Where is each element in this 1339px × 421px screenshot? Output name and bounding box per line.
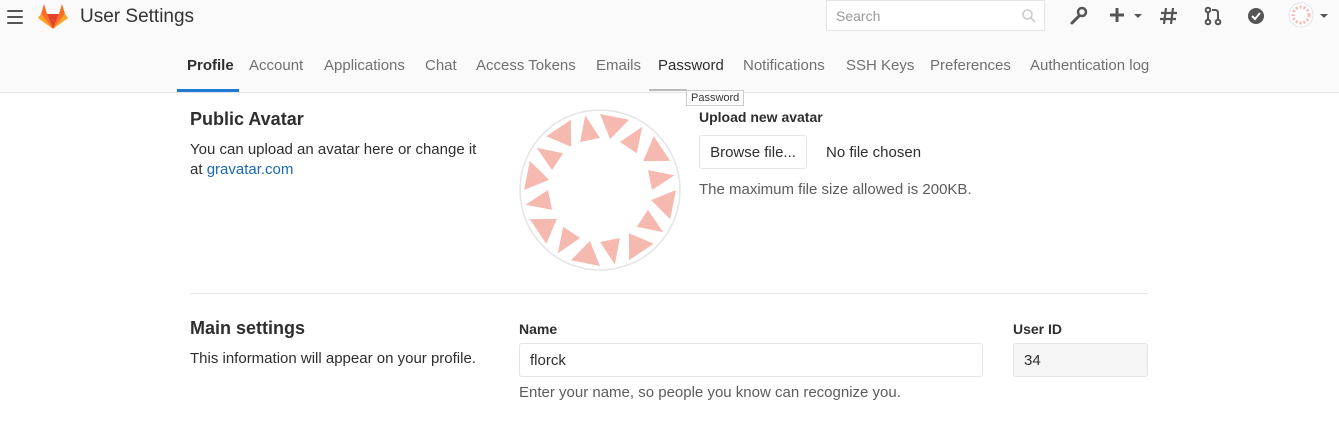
app-title: User Settings: [80, 6, 195, 27]
upload-avatar-label: Upload new avatar: [699, 109, 823, 125]
name-help: Enter your name, so people you know can …: [519, 384, 901, 401]
avatar-size-help: The maximum file size allowed is 200KB.: [699, 181, 972, 198]
tab-password[interactable]: Password: [658, 57, 724, 74]
search-input[interactable]: [836, 8, 1016, 24]
tab-emails[interactable]: Emails: [596, 57, 641, 74]
no-file-text: No file chosen: [826, 144, 922, 161]
tab-authentication-log[interactable]: Authentication log: [1030, 57, 1149, 74]
name-field[interactable]: [519, 343, 983, 377]
wrench-icon[interactable]: [1069, 6, 1089, 31]
tab-notifications[interactable]: Notifications: [743, 57, 825, 74]
tab-applications[interactable]: Applications: [324, 57, 405, 74]
tab-preferences[interactable]: Preferences: [930, 57, 1011, 74]
main-settings-title: Main settings: [190, 318, 306, 338]
user-id-label: User ID: [1013, 321, 1063, 337]
hover-tab-indicator: [649, 89, 687, 91]
tab-profile[interactable]: Profile: [187, 57, 234, 74]
menu-icon[interactable]: [7, 10, 23, 24]
tab-ssh-keys[interactable]: SSH Keys: [846, 57, 914, 74]
tab-account[interactable]: Account: [249, 57, 303, 74]
user-avatar[interactable]: [1288, 2, 1332, 35]
tooltip: Password: [686, 90, 745, 106]
active-tab-indicator: [177, 89, 239, 92]
search-box[interactable]: [826, 0, 1045, 31]
plus-icon[interactable]: [1109, 6, 1145, 31]
search-icon: [1022, 9, 1036, 28]
browse-file-button[interactable]: Browse file...: [699, 135, 807, 169]
check-circle-icon[interactable]: [1246, 6, 1266, 31]
name-label: Name: [519, 321, 558, 337]
main-settings-desc: This information will appear on your pro…: [190, 350, 476, 367]
tab-access-tokens[interactable]: Access Tokens: [476, 57, 576, 74]
gitlab-logo[interactable]: [38, 2, 68, 35]
merge-request-icon[interactable]: [1203, 6, 1223, 31]
public-avatar-desc: You can upload an avatar here or change …: [190, 141, 477, 178]
hash-icon[interactable]: [1159, 6, 1179, 31]
gravatar-link[interactable]: gravatar.com: [207, 161, 294, 178]
section-divider: [190, 293, 1148, 294]
avatar-preview: [518, 108, 682, 277]
tab-chat[interactable]: Chat: [425, 57, 457, 74]
public-avatar-title: Public Avatar: [190, 109, 304, 129]
user-id-field[interactable]: [1013, 343, 1148, 377]
